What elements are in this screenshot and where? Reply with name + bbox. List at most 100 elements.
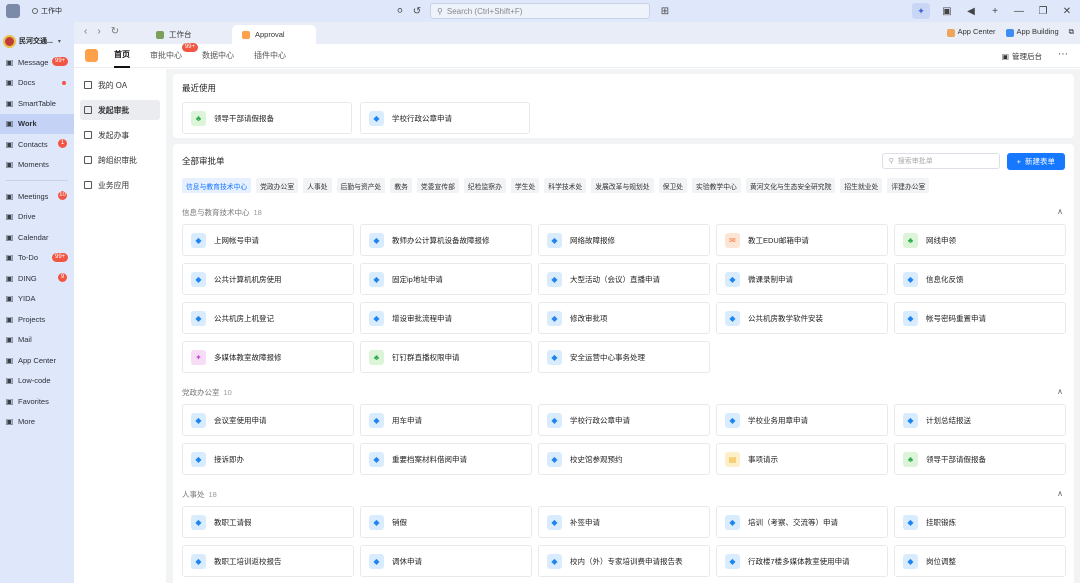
form-tile[interactable]: ◆ 固定ip地址申请 (360, 263, 532, 295)
profile-icon[interactable]: ⚪ (393, 4, 407, 18)
form-tile[interactable]: ✉ 教工EDU邮箱申请 (716, 224, 888, 256)
form-tile[interactable]: ◆ 计划总结报送 (894, 404, 1066, 436)
close-icon[interactable]: ✕ (1060, 4, 1074, 18)
form-tile[interactable]: ◆ 校内（外）专家培训费申请报告表 (538, 545, 710, 577)
leftnav-item-3[interactable]: 跨组织审批 (80, 150, 160, 170)
sidebar-item-projects[interactable]: ▣ Projects (0, 309, 74, 330)
department-chip[interactable]: 教务 (390, 178, 412, 193)
form-tile[interactable]: ◆ 校史馆参观预约 (538, 443, 710, 475)
department-chip[interactable]: 评建办公室 (887, 178, 930, 193)
form-tile[interactable]: ◆ 用车申请 (360, 404, 532, 436)
tab-workbench[interactable]: 工作台 (146, 25, 202, 44)
department-chip[interactable]: 科学技术处 (544, 178, 587, 193)
form-tile[interactable]: ◆ 微课录制申请 (716, 263, 888, 295)
sidebar-item-to-do[interactable]: ▣ To-Do 99+ (0, 248, 74, 269)
form-tile[interactable]: ✦ 多媒体教室故障报修 (182, 341, 354, 373)
chevron-up-icon[interactable]: ∧ (1057, 387, 1063, 398)
form-tile[interactable]: ◆ 岗位调整 (894, 545, 1066, 577)
leftnav-item-1[interactable]: 发起审批 (80, 100, 160, 120)
nav-plugin-center[interactable]: 插件中心 (254, 44, 286, 67)
sidebar-item-contacts[interactable]: ▣ Contacts 1 (0, 134, 74, 155)
department-chip[interactable]: 人事处 (303, 178, 332, 193)
app-center-link[interactable]: App Center (946, 27, 996, 37)
video-call-icon[interactable]: ◀ (964, 4, 978, 18)
form-tile[interactable]: ◆ 增设审批流程申请 (360, 302, 532, 334)
sidebar-item-calendar[interactable]: ▣ Calendar (0, 227, 74, 248)
form-tile[interactable]: ◆ 培训（考察、交流等）申请 (716, 506, 888, 538)
form-tile[interactable]: ◆ 会议室使用申请 (182, 404, 354, 436)
form-tile[interactable]: ◆ 销假 (360, 506, 532, 538)
sidebar-item-low-code[interactable]: ▣ Low-code (0, 371, 74, 392)
ai-assistant-button[interactable]: ✦ (912, 3, 930, 19)
chevron-up-icon[interactable]: ∧ (1057, 489, 1063, 500)
recent-form-tile[interactable]: ◆ 学校行政公章申请 (360, 102, 530, 134)
sidebar-item-drive[interactable]: ▣ Drive (0, 207, 74, 228)
department-chip[interactable]: 保卫处 (658, 178, 688, 193)
tab-approval[interactable]: Approval (232, 25, 316, 44)
form-tile[interactable]: ◆ 帐号密码重置申请 (894, 302, 1066, 334)
add-icon[interactable]: + (988, 4, 1002, 18)
form-tile[interactable]: ◆ 公共计算机机房使用 (182, 263, 354, 295)
form-tile[interactable]: ◆ 教职工培训返校报告 (182, 545, 354, 577)
sidebar-item-mail[interactable]: ▣ Mail (0, 330, 74, 351)
form-tile[interactable]: ◆ 大型活动（会议）直播申请 (538, 263, 710, 295)
status-pill[interactable]: 工作中 (32, 6, 62, 16)
more-options-icon[interactable]: ⋯ (1058, 49, 1068, 60)
history-icon[interactable]: ↺ (410, 4, 424, 18)
form-tile[interactable]: ◆ 重要档案材料借阅申请 (360, 443, 532, 475)
back-icon[interactable]: ‹ (84, 26, 87, 37)
sidebar-item-work[interactable]: ▣ Work (0, 113, 74, 134)
sidebar-item-docs[interactable]: ▣ Docs (0, 73, 74, 94)
form-tile[interactable]: ◆ 公共机房上机登记 (182, 302, 354, 334)
sidebar-item-smarttable[interactable]: ▣ SmartTable (0, 93, 74, 114)
form-tile[interactable]: ◆ 公共机房教学软件安装 (716, 302, 888, 334)
new-form-button[interactable]: + 新建表单 (1006, 152, 1065, 170)
sidebar-item-ding[interactable]: ▣ DING 9 (0, 268, 74, 289)
refresh-icon[interactable]: ↻ (111, 26, 119, 37)
screen-share-icon[interactable]: ▣ (940, 4, 954, 18)
chevron-up-icon[interactable]: ∧ (1057, 207, 1063, 218)
form-tile[interactable]: ◆ 上网帐号申请 (182, 224, 354, 256)
sidebar-item-meetings[interactable]: ▣ Meetings 10 (0, 186, 74, 207)
sidebar-item-app-center[interactable]: ▣ App Center (0, 350, 74, 371)
global-search-input[interactable]: ⚲ Search (Ctrl+Shift+F) (430, 3, 650, 19)
form-tile[interactable]: ◆ 修改审批项 (538, 302, 710, 334)
department-chip[interactable]: 党政办公室 (256, 178, 299, 193)
department-chip[interactable]: 招生就业处 (840, 178, 883, 193)
add-square-icon[interactable]: ⊞ (658, 4, 672, 18)
department-chip[interactable]: 学生处 (510, 178, 540, 193)
form-tile[interactable]: ◆ 学校行政公章申请 (538, 404, 710, 436)
recent-form-tile[interactable]: ♣ 领导干部请假报备 (182, 102, 352, 134)
restore-icon[interactable]: ❐ (1036, 4, 1050, 18)
minimize-icon[interactable]: — (1012, 4, 1026, 18)
sidebar-item-moments[interactable]: ▣ Moments (0, 155, 74, 176)
nav-approval-center[interactable]: 审批中心 99+ (150, 43, 198, 67)
sidebar-item-message[interactable]: ▣ Message 99+ (0, 52, 74, 73)
form-tile[interactable]: ♣ 网线申领 (894, 224, 1066, 256)
department-chip[interactable]: 黄河文化与生态安全研究院 (745, 178, 836, 193)
department-chip[interactable]: 后勤与资产处 (336, 178, 386, 193)
form-tile[interactable]: ♣ 领导干部请假报备 (894, 443, 1066, 475)
department-chip[interactable]: 纪检监察办 (463, 178, 506, 193)
form-tile[interactable]: ◆ 教师办公计算机设备故障报修 (360, 224, 532, 256)
forward-icon[interactable]: › (97, 26, 100, 37)
form-tile[interactable]: ◆ 信息化反馈 (894, 263, 1066, 295)
form-tile[interactable]: ◆ 调休申请 (360, 545, 532, 577)
form-tile[interactable]: ♣ 钉钉群直播权限申请 (360, 341, 532, 373)
leftnav-item-0[interactable]: 我的 OA (80, 75, 160, 95)
department-chip[interactable]: 信息与教育技术中心 (182, 178, 252, 193)
form-tile[interactable]: ▤ 事项请示 (716, 443, 888, 475)
form-tile[interactable]: ◆ 教职工请假 (182, 506, 354, 538)
leftnav-item-4[interactable]: 业务应用 (80, 175, 160, 195)
form-tile[interactable]: ◆ 接诉即办 (182, 443, 354, 475)
form-tile[interactable]: ◆ 网络故障报修 (538, 224, 710, 256)
form-tile[interactable]: ◆ 学校业务用章申请 (716, 404, 888, 436)
user-avatar[interactable] (6, 4, 20, 18)
app-building-link[interactable]: App Building (1005, 27, 1059, 37)
form-tile[interactable]: ◆ 安全运营中心事务处理 (538, 341, 710, 373)
leftnav-item-2[interactable]: 发起办事 (80, 125, 160, 145)
form-tile[interactable]: ◆ 行政楼7楼多媒体教室使用申请 (716, 545, 888, 577)
department-chip[interactable]: 实验教学中心 (692, 178, 741, 193)
nav-home[interactable]: 首页 (114, 43, 130, 68)
sidebar-item-favorites[interactable]: ▣ Favorites (0, 391, 74, 412)
